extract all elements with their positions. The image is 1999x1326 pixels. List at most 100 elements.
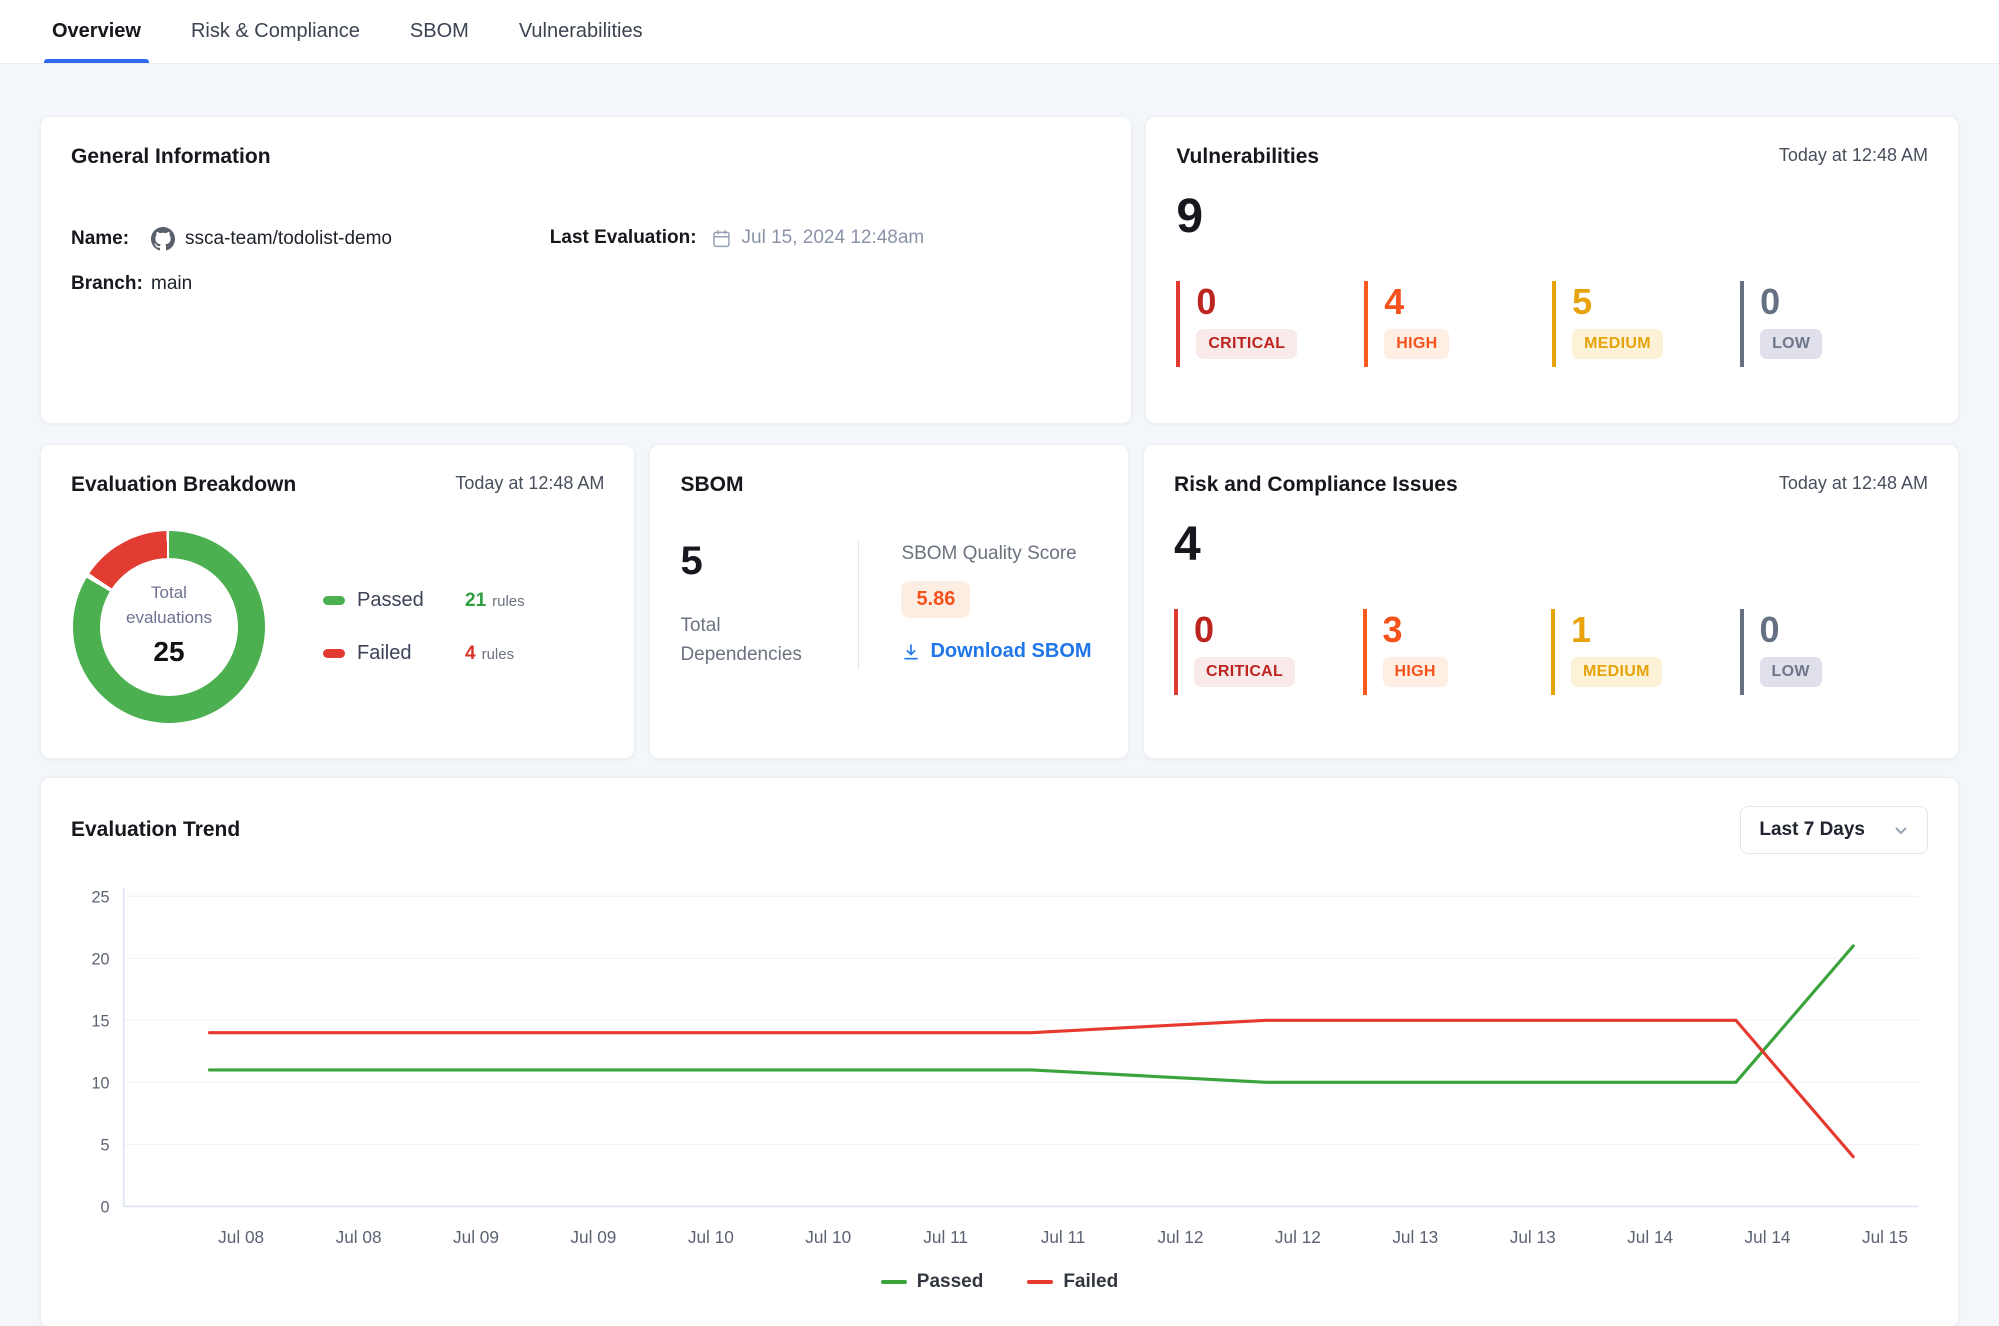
risk-severity-medium: 1 MEDIUM xyxy=(1551,609,1739,695)
svg-text:10: 10 xyxy=(92,1074,110,1092)
svg-text:20: 20 xyxy=(92,950,110,968)
svg-text:Jul 09: Jul 09 xyxy=(453,1227,499,1247)
trend-failed-label: Failed xyxy=(1063,1271,1118,1293)
vuln-critical-count: 0 xyxy=(1196,283,1364,321)
failed-count: 4 xyxy=(465,643,476,664)
tab-vulnerabilities[interactable]: Vulnerabilities xyxy=(517,0,645,63)
name-label: Name: xyxy=(71,228,151,250)
donut-center-line2: evaluations xyxy=(126,606,212,631)
sbom-card: SBOM 5 Total Dependencies SBOM Quality S… xyxy=(649,444,1129,759)
donut-center-line1: Total xyxy=(151,581,187,606)
risk-compliance-timestamp: Today at 12:48 AM xyxy=(1779,473,1928,494)
branch-value: main xyxy=(151,273,192,295)
risk-low-badge: LOW xyxy=(1760,657,1822,687)
sbom-divider xyxy=(858,541,859,670)
risk-high-badge: HIGH xyxy=(1383,657,1448,687)
failed-line-swatch xyxy=(1027,1280,1053,1284)
passed-line-swatch xyxy=(881,1280,907,1284)
last-evaluation-row: Last Evaluation: Jul 15, 2024 12:48am xyxy=(550,227,1102,249)
evaluation-trend-title: Evaluation Trend xyxy=(71,818,240,842)
svg-text:Jul 08: Jul 08 xyxy=(336,1227,382,1247)
svg-text:Jul 13: Jul 13 xyxy=(1510,1227,1556,1247)
donut-center-total: 25 xyxy=(153,632,184,673)
vulnerabilities-card: Vulnerabilities Today at 12:48 AM 9 0 CR… xyxy=(1145,116,1959,424)
risk-high-count: 3 xyxy=(1383,611,1551,649)
vuln-critical-badge: CRITICAL xyxy=(1196,329,1297,359)
github-icon xyxy=(151,227,175,251)
total-dependencies-count: 5 xyxy=(680,541,858,581)
svg-text:Jul 10: Jul 10 xyxy=(688,1227,734,1247)
general-information-card: General Information Name: ssca-team/todo… xyxy=(40,116,1132,424)
general-information-title: General Information xyxy=(71,145,271,169)
risk-compliance-total: 4 xyxy=(1174,521,1928,569)
svg-text:15: 15 xyxy=(92,1012,110,1030)
passed-count: 21 xyxy=(465,590,486,611)
risk-compliance-title: Risk and Compliance Issues xyxy=(1174,473,1458,497)
svg-text:Jul 11: Jul 11 xyxy=(923,1227,968,1247)
branch-label: Branch: xyxy=(71,273,151,295)
passed-unit: rules xyxy=(492,593,525,610)
svg-text:Jul 14: Jul 14 xyxy=(1627,1227,1673,1247)
date-range-selector[interactable]: Last 7 Days xyxy=(1740,806,1928,854)
legend-row-passed: Passed 21rules xyxy=(323,589,525,612)
last-evaluation-value: Jul 15, 2024 12:48am xyxy=(742,227,925,249)
failed-pill-icon xyxy=(323,649,345,658)
risk-critical-badge: CRITICAL xyxy=(1194,657,1295,687)
vuln-medium-badge: MEDIUM xyxy=(1572,329,1663,359)
svg-text:Jul 09: Jul 09 xyxy=(570,1227,616,1247)
total-dependencies-label: Total Dependencies xyxy=(680,611,820,670)
svg-text:Jul 08: Jul 08 xyxy=(218,1227,264,1247)
vuln-low-badge: LOW xyxy=(1760,329,1822,359)
evaluations-donut-chart: Total evaluations 25 xyxy=(73,531,265,723)
last-evaluation-label: Last Evaluation: xyxy=(550,227,697,249)
tab-overview[interactable]: Overview xyxy=(50,0,143,63)
calendar-icon xyxy=(711,228,732,249)
vuln-severity-critical: 0 CRITICAL xyxy=(1176,281,1364,367)
vuln-low-count: 0 xyxy=(1760,283,1928,321)
download-sbom-link[interactable]: Download SBOM xyxy=(901,640,1091,663)
vulnerabilities-total: 9 xyxy=(1176,193,1928,241)
tab-risk-compliance[interactable]: Risk & Compliance xyxy=(189,0,362,63)
svg-text:25: 25 xyxy=(92,888,110,906)
risk-compliance-card: Risk and Compliance Issues Today at 12:4… xyxy=(1143,444,1959,759)
vulnerabilities-title: Vulnerabilities xyxy=(1176,145,1319,169)
download-icon xyxy=(901,642,921,662)
trend-legend-failed: Failed xyxy=(1027,1271,1118,1293)
risk-severity-critical: 0 CRITICAL xyxy=(1174,609,1362,695)
chevron-down-icon xyxy=(1893,822,1909,838)
evaluation-breakdown-card: Evaluation Breakdown Today at 12:48 AM T… xyxy=(40,444,635,759)
repo-name-value: ssca-team/todolist-demo xyxy=(185,228,392,250)
vuln-severity-medium: 5 MEDIUM xyxy=(1552,281,1740,367)
vuln-high-badge: HIGH xyxy=(1384,329,1449,359)
trend-chart-legend: Passed Failed xyxy=(71,1271,1928,1299)
svg-text:Jul 14: Jul 14 xyxy=(1745,1227,1791,1247)
legend-row-failed: Failed 4rules xyxy=(323,642,525,665)
evaluation-trend-chart: 0510152025Jul 08Jul 08Jul 09Jul 09Jul 10… xyxy=(71,880,1928,1257)
svg-text:Jul 13: Jul 13 xyxy=(1392,1227,1438,1247)
sbom-quality-score-value: 5.86 xyxy=(901,581,970,618)
risk-severity-low: 0 LOW xyxy=(1740,609,1929,695)
tab-sbom[interactable]: SBOM xyxy=(408,0,471,63)
download-sbom-label: Download SBOM xyxy=(930,640,1091,663)
sbom-title: SBOM xyxy=(680,473,743,497)
svg-text:Jul 12: Jul 12 xyxy=(1275,1227,1321,1247)
svg-text:Jul 12: Jul 12 xyxy=(1157,1227,1203,1247)
risk-severity-high: 3 HIGH xyxy=(1363,609,1551,695)
svg-text:Jul 15: Jul 15 xyxy=(1862,1227,1908,1247)
evaluation-trend-card: Evaluation Trend Last 7 Days 0510152025J… xyxy=(40,777,1959,1326)
vulnerabilities-timestamp: Today at 12:48 AM xyxy=(1779,145,1928,166)
risk-medium-count: 1 xyxy=(1571,611,1739,649)
failed-unit: rules xyxy=(482,646,515,663)
vuln-medium-count: 5 xyxy=(1572,283,1740,321)
evaluation-breakdown-title: Evaluation Breakdown xyxy=(71,473,296,497)
vuln-high-count: 4 xyxy=(1384,283,1552,321)
top-tab-bar: Overview Risk & Compliance SBOM Vulnerab… xyxy=(0,0,1999,64)
svg-text:0: 0 xyxy=(101,1198,110,1216)
sbom-quality-score-label: SBOM Quality Score xyxy=(901,543,1091,565)
dashboard-content: General Information Name: ssca-team/todo… xyxy=(0,64,1999,1326)
svg-text:Jul 11: Jul 11 xyxy=(1041,1227,1086,1247)
trend-passed-label: Passed xyxy=(917,1271,984,1293)
evaluation-breakdown-timestamp: Today at 12:48 AM xyxy=(455,473,604,494)
passed-pill-icon xyxy=(323,596,345,605)
risk-low-count: 0 xyxy=(1760,611,1929,649)
